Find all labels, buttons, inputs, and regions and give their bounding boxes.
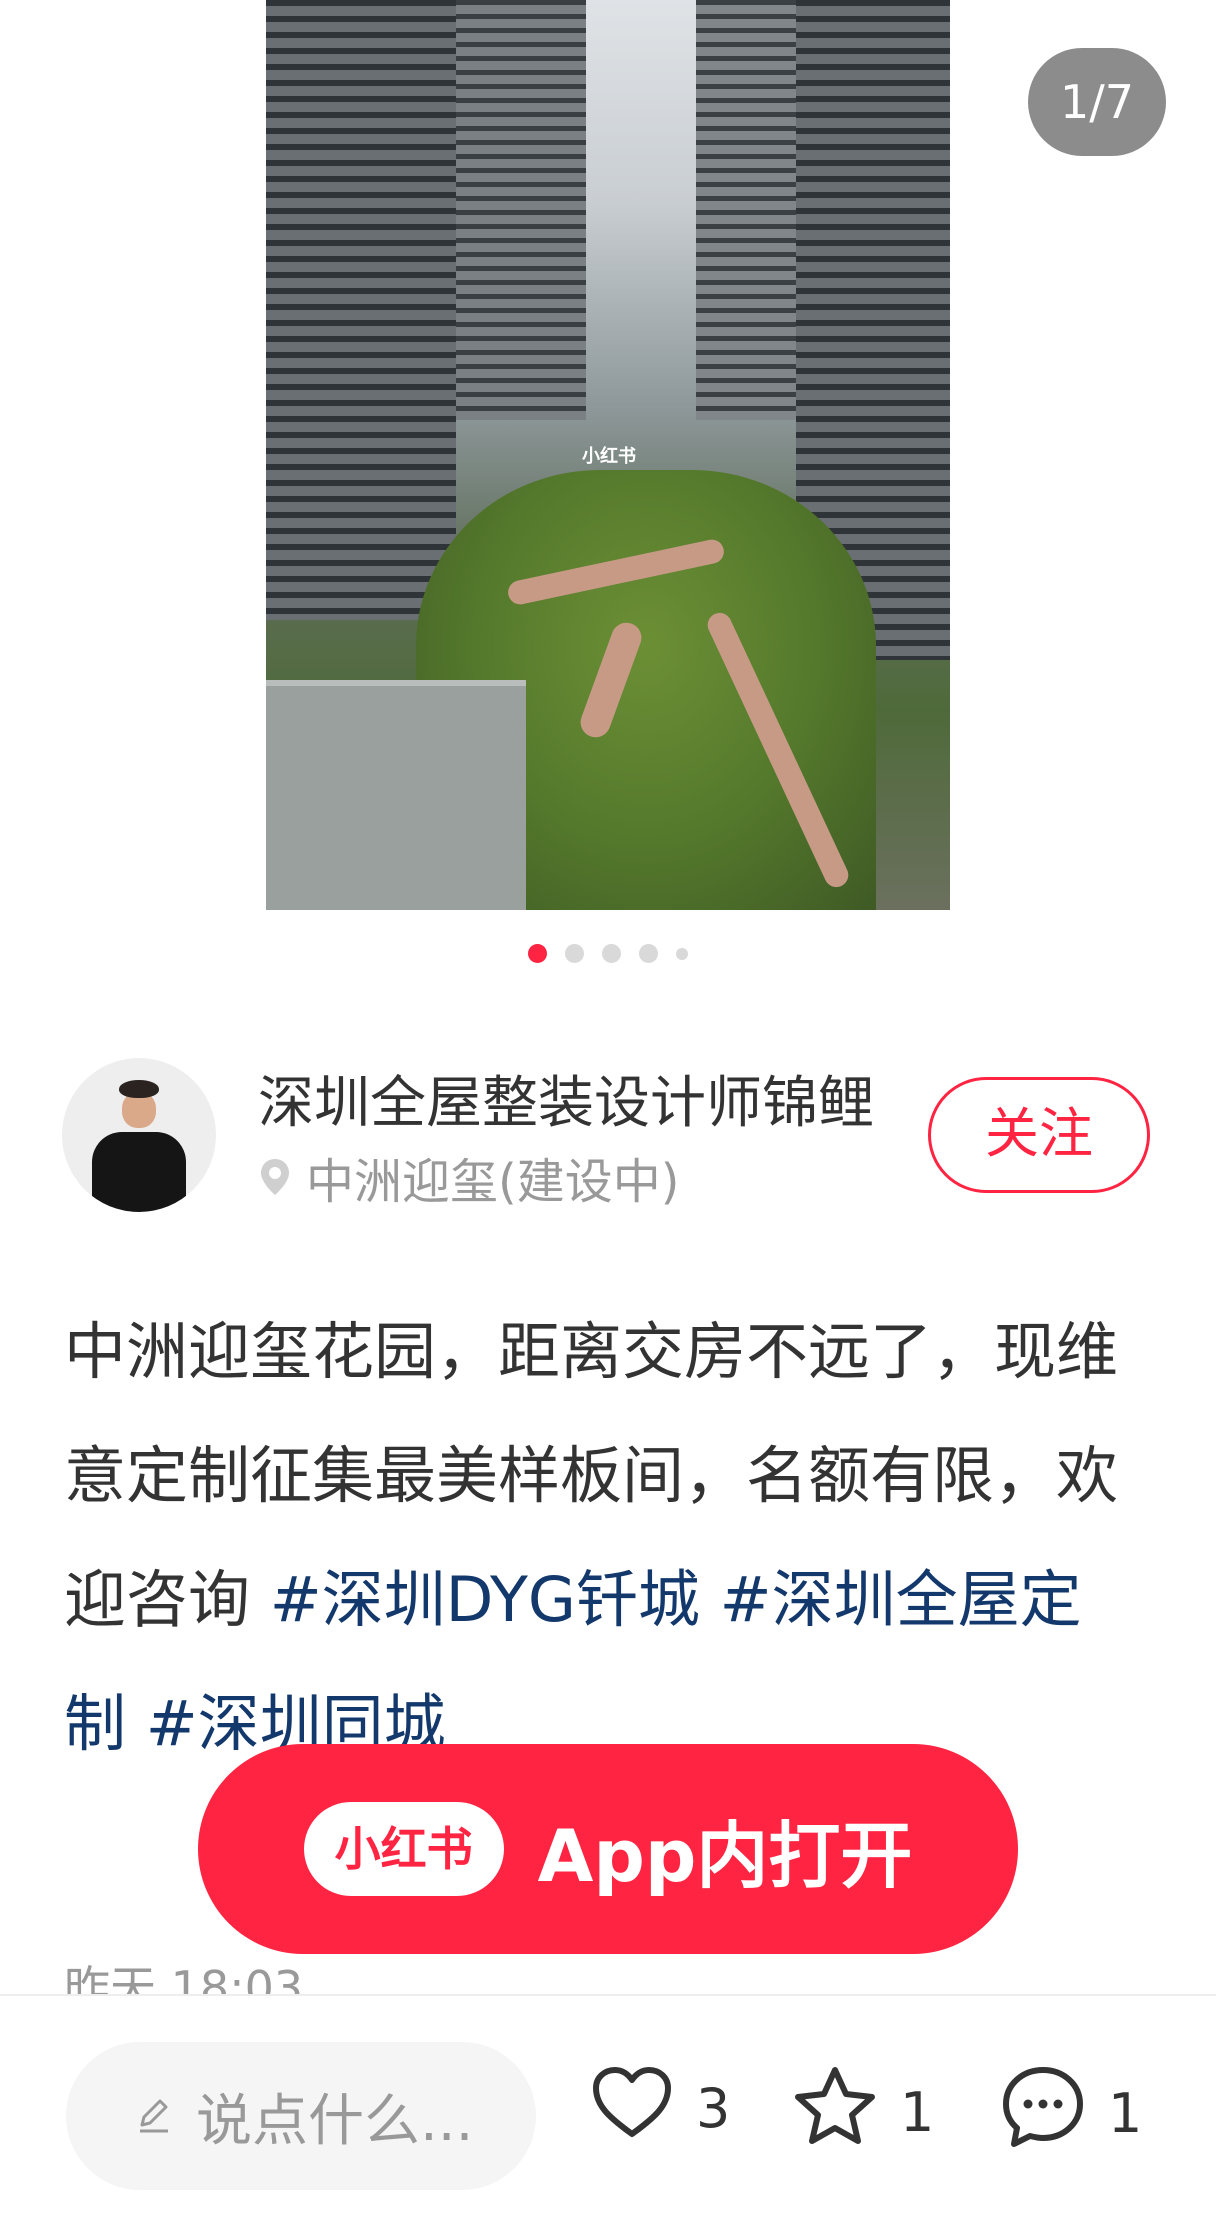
- xiaohongshu-logo: 小红书: [303, 1802, 504, 1896]
- star-icon: [792, 2064, 878, 2161]
- image-carousel[interactable]: 小红书 1/7: [0, 0, 1216, 920]
- post-description: 中洲迎玺花园，距离交房不远了，现维意定制征集最美样板间，名额有限，欢迎咨询 #深…: [64, 1290, 1164, 1786]
- favorite-count: 1: [900, 2081, 935, 2144]
- edit-icon: [134, 2084, 174, 2149]
- image-counter: 1/7: [1028, 48, 1166, 156]
- carousel-dot: [528, 944, 547, 963]
- follow-button[interactable]: 关注: [928, 1077, 1150, 1193]
- open-in-app-button[interactable]: 小红书 App内打开: [198, 1744, 1018, 1954]
- post-photo[interactable]: 小红书: [266, 0, 950, 910]
- carousel-dots: [0, 944, 1216, 963]
- comment-input[interactable]: 说点什么...: [66, 2042, 536, 2190]
- author-name[interactable]: 深圳全屋整装设计师锦鲤: [258, 1058, 874, 1139]
- comment-button[interactable]: 1: [1000, 2064, 1142, 2163]
- hashtag[interactable]: #深圳DYG钎城: [270, 1563, 700, 1636]
- heart-icon: [590, 2064, 674, 2153]
- post-time: 昨天 18:03: [64, 1961, 304, 1996]
- pin-icon: [258, 1157, 292, 1197]
- open-in-app-label: App内打开: [537, 1813, 913, 1898]
- location-label: 中洲迎玺(建设中): [306, 1154, 680, 1210]
- bottom-action-bar: 说点什么... 3 1 1: [0, 1994, 1216, 2237]
- location-tag[interactable]: 中洲迎玺(建设中): [258, 1142, 679, 1212]
- carousel-dot: [639, 944, 658, 963]
- carousel-dot: [602, 944, 621, 963]
- like-count: 3: [696, 2077, 731, 2140]
- favorite-button[interactable]: 1: [792, 2064, 934, 2161]
- like-button[interactable]: 3: [590, 2064, 730, 2153]
- author-row: 深圳全屋整装设计师锦鲤 中洲迎玺(建设中) 关注: [62, 1054, 1162, 1214]
- photo-watermark: 小红书: [582, 446, 636, 467]
- carousel-dot: [565, 944, 584, 963]
- carousel-dot: [676, 947, 688, 960]
- comment-icon: [1000, 2064, 1086, 2163]
- comment-count: 1: [1108, 2082, 1143, 2145]
- comment-placeholder: 说点什么...: [196, 2088, 474, 2154]
- avatar[interactable]: [62, 1058, 216, 1212]
